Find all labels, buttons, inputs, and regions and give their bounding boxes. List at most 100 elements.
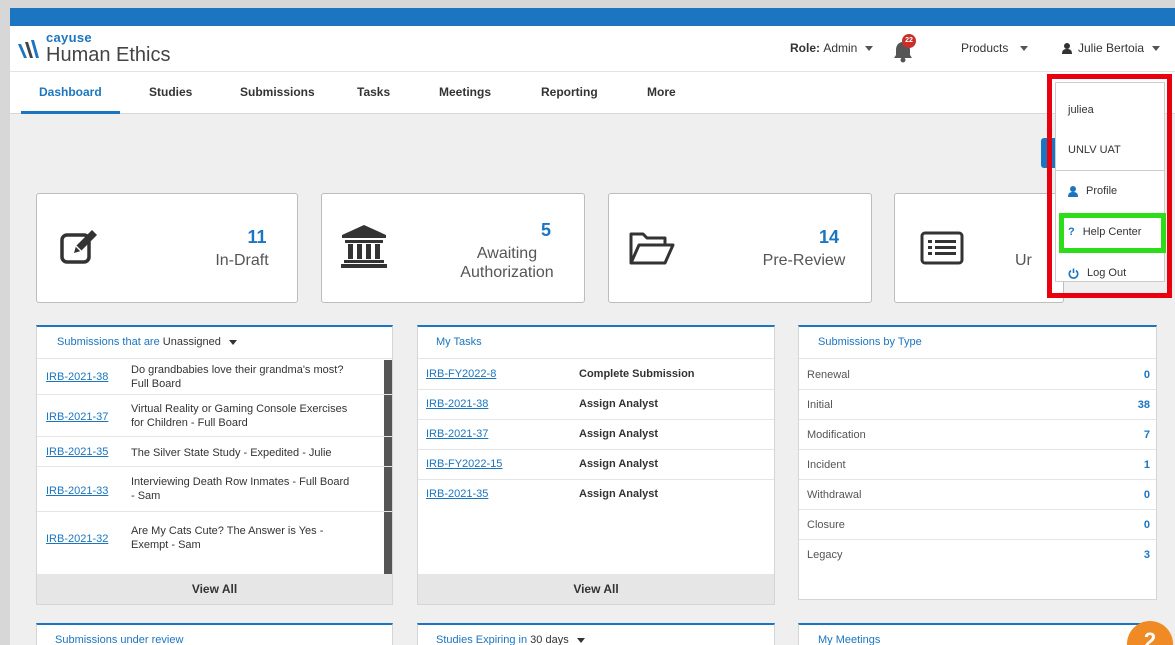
cayuse-logo[interactable]: cayuse Human Ethics bbox=[16, 31, 171, 66]
notifications-button[interactable]: 22 bbox=[892, 34, 918, 63]
task-link[interactable]: IRB-FY2022-15 bbox=[426, 458, 502, 470]
submission-link[interactable]: IRB-2021-32 bbox=[46, 533, 108, 545]
submissions-list: IRB-2021-38 Do grandbabies love their gr… bbox=[37, 360, 392, 574]
studies-expiring-panel: Studies Expiring in 30 days bbox=[417, 623, 775, 645]
task-link[interactable]: IRB-FY2022-8 bbox=[426, 368, 496, 380]
tab-submissions[interactable]: Submissions bbox=[240, 72, 315, 114]
role-label: Role: bbox=[790, 41, 820, 55]
tab-reporting[interactable]: Reporting bbox=[541, 72, 598, 114]
task-link[interactable]: IRB-2021-35 bbox=[426, 488, 488, 500]
green-highlight-box bbox=[1059, 213, 1166, 253]
products-label: Products bbox=[961, 41, 1009, 55]
stat-label-line1: Awaiting bbox=[476, 245, 538, 262]
type-label: Legacy bbox=[807, 549, 843, 561]
panel-header: Studies Expiring in 30 days bbox=[418, 625, 774, 645]
tab-tasks[interactable]: Tasks bbox=[357, 72, 390, 114]
chevron-down-icon[interactable] bbox=[228, 340, 237, 345]
stat-value: 14 bbox=[818, 227, 840, 247]
submission-title-cont: Full Board bbox=[131, 378, 182, 390]
table-row: IRB-2021-33 Interviewing Death Row Inmat… bbox=[37, 467, 392, 512]
submission-title: Interviewing Death Row Inmates - Full Bo… bbox=[131, 476, 350, 488]
user-name: Julie Bertoia bbox=[1078, 41, 1145, 55]
panel-title: My Meetings bbox=[799, 625, 1156, 645]
panel-title: My Tasks bbox=[418, 327, 774, 359]
table-row: IRB-FY2022-15 Assign Analyst bbox=[418, 450, 774, 480]
app-header: cayuse Human Ethics Role: Admin 22 Produ… bbox=[10, 26, 1175, 72]
type-row[interactable]: Incident 1 bbox=[799, 450, 1156, 480]
type-row[interactable]: Legacy 3 bbox=[799, 540, 1156, 570]
submission-title: Are My Cats Cute? The Answer is Yes - bbox=[131, 525, 324, 537]
table-row: IRB-2021-35 The Silver State Study - Exp… bbox=[37, 437, 392, 467]
stat-value: 5 bbox=[540, 220, 551, 240]
type-label: Renewal bbox=[807, 369, 850, 381]
type-label: Incident bbox=[807, 459, 846, 471]
top-strip bbox=[10, 8, 1175, 26]
stat-label-line2: Authorization bbox=[460, 264, 554, 281]
type-count: 1 bbox=[1143, 459, 1150, 471]
type-row[interactable]: Modification 7 bbox=[799, 420, 1156, 450]
bank-icon bbox=[341, 225, 387, 268]
table-row: IRB-2021-32 Are My Cats Cute? The Answer… bbox=[37, 512, 392, 572]
filter-dropdown[interactable]: Unassigned bbox=[163, 336, 221, 348]
tab-studies[interactable]: Studies bbox=[149, 72, 192, 114]
app-window: cayuse Human Ethics Role: Admin 22 Produ… bbox=[10, 8, 1175, 645]
submission-title-cont: Exempt - Sam bbox=[131, 539, 201, 551]
type-count: 0 bbox=[1143, 369, 1150, 381]
tab-dashboard[interactable]: Dashboard bbox=[21, 72, 120, 114]
type-count: 0 bbox=[1143, 489, 1150, 501]
type-count: 0 bbox=[1143, 519, 1150, 531]
stat-label: In-Draft bbox=[215, 252, 269, 269]
user-icon bbox=[1062, 42, 1072, 54]
type-row[interactable]: Initial 38 bbox=[799, 390, 1156, 420]
view-all-button[interactable]: View All bbox=[37, 574, 392, 604]
stat-card-in-draft[interactable]: 11 In-Draft bbox=[36, 193, 298, 303]
type-label: Closure bbox=[807, 519, 845, 531]
submission-link[interactable]: IRB-2021-35 bbox=[46, 446, 108, 458]
type-row[interactable]: Renewal 0 bbox=[799, 360, 1156, 390]
folder-icon bbox=[629, 232, 675, 265]
products-menu[interactable]: Products bbox=[961, 41, 1029, 55]
submission-link[interactable]: IRB-2021-33 bbox=[46, 485, 108, 497]
table-row: IRB-2021-38 Do grandbabies love their gr… bbox=[37, 360, 392, 395]
submissions-by-type-panel: Submissions by Type Renewal 0 Initial 38… bbox=[798, 325, 1157, 600]
chevron-down-icon[interactable] bbox=[576, 638, 585, 643]
expiring-dropdown[interactable]: 30 days bbox=[530, 634, 569, 645]
task-name: Assign Analyst bbox=[579, 488, 659, 500]
user-menu-toggle[interactable]: Julie Bertoia bbox=[1062, 41, 1161, 55]
task-link[interactable]: IRB-2021-38 bbox=[426, 398, 488, 410]
view-all-button[interactable]: View All bbox=[418, 574, 774, 604]
table-row: IRB-FY2022-8 Complete Submission bbox=[418, 360, 774, 390]
table-row: IRB-2021-35 Assign Analyst bbox=[418, 480, 774, 510]
main-nav: Dashboard Studies Submissions Tasks Meet… bbox=[10, 72, 1175, 114]
table-row: IRB-2021-37 Assign Analyst bbox=[418, 420, 774, 450]
chevron-down-icon bbox=[1152, 45, 1161, 51]
submission-title: Virtual Reality or Gaming Console Exerci… bbox=[131, 403, 348, 415]
tab-meetings[interactable]: Meetings bbox=[439, 72, 491, 114]
stat-card-unassigned[interactable]: Ur bbox=[894, 193, 1064, 303]
stat-card-pre-review[interactable]: 14 Pre-Review bbox=[608, 193, 872, 303]
type-row[interactable]: Closure 0 bbox=[799, 510, 1156, 540]
task-name: Complete Submission bbox=[579, 368, 695, 380]
submissions-panel: Submissions that are Unassigned IRB-2021… bbox=[36, 325, 393, 605]
logo-mark-icon bbox=[16, 36, 42, 62]
red-highlight-box bbox=[1047, 74, 1172, 298]
panel-title: Submissions that are bbox=[57, 336, 160, 348]
table-row: IRB-2021-37 Virtual Reality or Gaming Co… bbox=[37, 395, 392, 437]
task-name: Assign Analyst bbox=[579, 458, 659, 470]
panel-title: Studies Expiring in bbox=[436, 634, 528, 645]
submission-link[interactable]: IRB-2021-38 bbox=[46, 371, 108, 383]
submission-title: Do grandbabies love their grandma's most… bbox=[131, 364, 344, 376]
tab-more[interactable]: More bbox=[647, 72, 676, 114]
edit-icon bbox=[60, 230, 97, 264]
task-link[interactable]: IRB-2021-37 bbox=[426, 428, 488, 440]
type-label: Withdrawal bbox=[807, 489, 862, 501]
type-count: 38 bbox=[1137, 399, 1150, 411]
role-value: Admin bbox=[823, 41, 858, 55]
stat-label: Pre-Review bbox=[762, 252, 846, 269]
stat-card-awaiting-authorization[interactable]: 5 Awaiting Authorization bbox=[321, 193, 585, 303]
submission-link[interactable]: IRB-2021-37 bbox=[46, 411, 108, 423]
role-selector[interactable]: Role: Admin bbox=[790, 41, 874, 55]
logo-product: Human Ethics bbox=[46, 44, 171, 66]
tasks-panel: My Tasks IRB-FY2022-8 Complete Submissio… bbox=[417, 325, 775, 605]
type-row[interactable]: Withdrawal 0 bbox=[799, 480, 1156, 510]
